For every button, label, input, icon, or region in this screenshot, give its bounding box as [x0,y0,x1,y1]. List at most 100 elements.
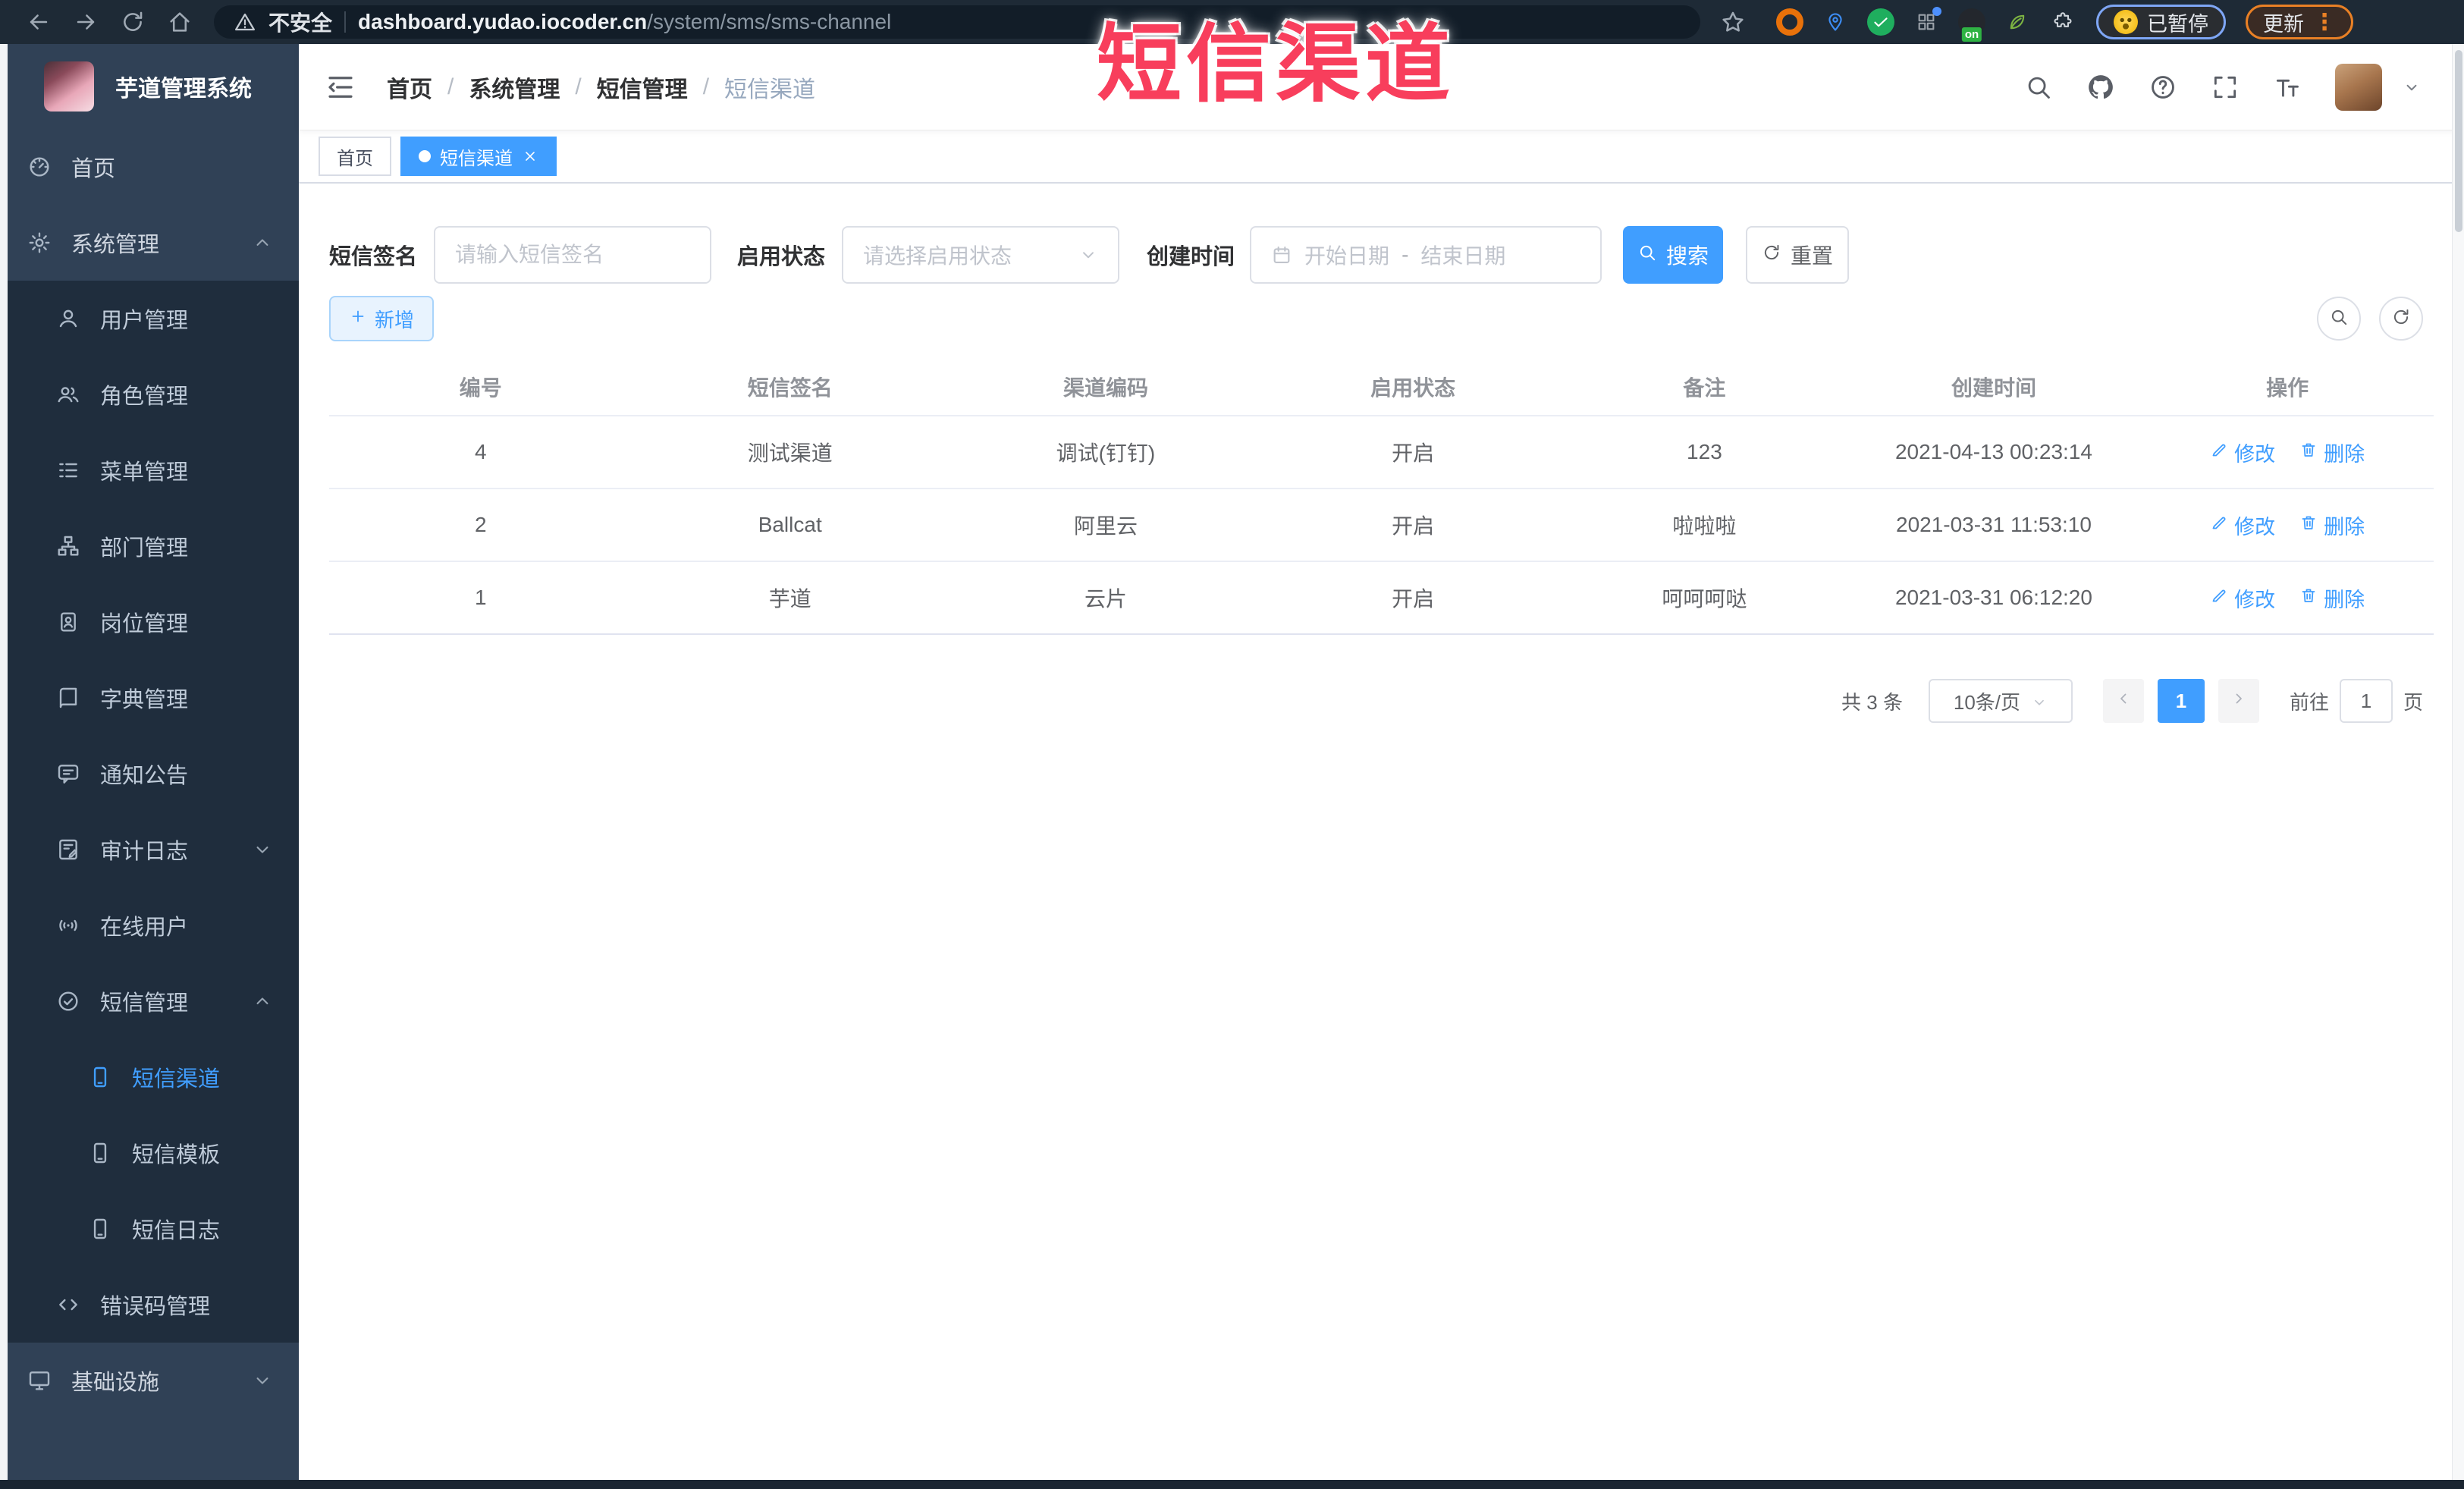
bookmark-star-icon[interactable] [1720,9,1746,35]
github-icon[interactable] [2086,73,2115,102]
table-header: 启用状态 [1263,358,1563,416]
page-number-1[interactable]: 1 [2157,679,2205,723]
refresh-table-button[interactable] [2379,297,2423,341]
sidebar-item-error-code[interactable]: 错误码管理 [0,1267,299,1343]
cell-remark: 啦啦啦 [1562,488,1847,562]
delete-link[interactable]: 删除 [2299,510,2365,540]
orange-ring-extension-icon[interactable] [1776,8,1803,36]
chevron-left-icon [2114,690,2133,713]
trash-icon [2299,441,2318,464]
search-button[interactable]: 搜索 [1623,226,1724,284]
sidebar-item-post[interactable]: 岗位管理 [0,584,299,660]
fullscreen-icon[interactable] [2211,73,2240,102]
sidebar-item-system[interactable]: 系统管理 [0,205,299,281]
sidebar-item-online-user[interactable]: 在线用户 [0,887,299,963]
end-date-placeholder[interactable]: 结束日期 [1420,240,1505,270]
tag-item[interactable]: 首页 [319,137,391,176]
chevron-right-icon [2230,690,2248,713]
recorder-extension-icon[interactable]: on [1958,8,1985,42]
forward-icon[interactable] [73,9,99,35]
extensions-row: on [1776,7,2076,42]
navbar-right [2024,63,2422,111]
browser-menu-icon[interactable]: ⋮ [2313,9,2336,36]
tag-active[interactable]: 短信渠道 [400,137,557,176]
sidebar-item-sms-template[interactable]: 短信模板 [0,1115,299,1191]
chrome-update-button[interactable]: 更新 ⋮ [2246,5,2353,39]
cell-remark: 呵呵呵哒 [1562,561,1847,635]
breadcrumb-item[interactable]: 系统管理 [469,71,560,104]
chevron-down-icon[interactable] [2402,77,2422,97]
home-icon[interactable] [167,9,193,35]
hamburger-icon[interactable] [325,71,356,103]
sidebar-item-sms-channel[interactable]: 短信渠道 [0,1039,299,1115]
date-range-picker[interactable]: 开始日期 - 结束日期 [1250,226,1602,284]
grid-extension-icon[interactable] [1913,7,1941,36]
sidebar-item-user[interactable]: 用户管理 [0,281,299,357]
close-icon[interactable] [522,148,538,165]
toolbar-right [2317,297,2434,341]
page-size-select[interactable]: 10条/页 [1928,679,2073,723]
sidebar-item-label: 短信管理 [100,991,189,1016]
phone-icon [88,1217,112,1241]
green-check-extension-icon[interactable] [1867,8,1894,36]
breadcrumb-separator: / [447,74,454,99]
edit-link[interactable]: 修改 [2210,438,2275,467]
docs-help-icon[interactable] [2149,73,2177,102]
delete-link[interactable]: 删除 [2299,583,2365,613]
sidebar-item-role[interactable]: 角色管理 [0,357,299,432]
leaf-extension-icon[interactable] [2004,8,2031,36]
sidebar-item-audit-log[interactable]: 审计日志 [0,812,299,887]
location-pin-extension-icon[interactable] [1822,8,1849,36]
sidebar-item-notice[interactable]: 通知公告 [0,736,299,812]
sidebar-item-label: 短信渠道 [132,1067,221,1092]
next-page-button[interactable] [2218,679,2259,723]
start-date-placeholder[interactable]: 开始日期 [1304,240,1389,270]
edit-link[interactable]: 修改 [2210,510,2275,540]
sidebar-item-dict[interactable]: 字典管理 [0,660,299,736]
reset-button[interactable]: 重置 [1746,226,1850,284]
edit-icon [2210,514,2228,537]
avatar[interactable] [2335,63,2382,111]
table-header: 创建时间 [1846,358,2142,416]
security-label[interactable]: 不安全 [268,7,332,37]
url-path: /system/sms/sms-channel [647,10,892,33]
delete-link[interactable]: 删除 [2299,438,2365,467]
range-separator: - [1401,243,1409,266]
page: 芋道管理系统 首页 系统管理 用户管理 角色管理 菜单管理 部门管理 岗位管理 字典管理 通知公… [0,44,2464,1480]
profile-paused-pill[interactable]: 已暂停 [2096,5,2226,39]
sign-input[interactable] [455,243,691,267]
update-label: 更新 [2263,12,2304,36]
cell-code: 云片 [947,561,1264,635]
toggle-search-button[interactable] [2317,297,2361,341]
goto-page-input[interactable]: 1 [2339,679,2393,723]
sidebar-item-home[interactable]: 首页 [0,129,299,205]
table-header: 编号 [329,358,632,416]
address-bar[interactable]: 不安全 dashboard.yudao.iocoder.cn/system/sm… [214,5,1700,39]
tags-view: 首页 短信渠道 [299,130,2464,184]
add-button[interactable]: 新增 [329,296,435,341]
prev-page-button[interactable] [2102,679,2144,723]
status-select[interactable]: 请选择启用状态 [842,226,1120,284]
cell-id: 2 [329,488,632,562]
cell-id: 4 [329,416,632,489]
reload-icon[interactable] [120,9,146,35]
sidebar-item-label: 用户管理 [100,309,189,333]
search-icon[interactable] [2024,73,2053,102]
app-logo[interactable]: 芋道管理系统 [0,44,299,129]
sidebar-item-sms-log[interactable]: 短信日志 [0,1191,299,1267]
scrollbar-thumb[interactable] [2455,50,2462,232]
sidebar-item-infra[interactable]: 基础设施 [0,1343,299,1418]
table-header: 短信签名 [632,358,948,416]
edit-link[interactable]: 修改 [2210,583,2275,613]
sidebar-item-sms[interactable]: 短信管理 [0,963,299,1039]
sidebar-item-dept[interactable]: 部门管理 [0,508,299,584]
puzzle-extensions-icon-icon[interactable] [2049,8,2076,36]
breadcrumb-item[interactable]: 短信管理 [597,71,688,104]
breadcrumb-item[interactable]: 首页 [387,71,432,104]
table-row: 2 Ballcat 阿里云 开启 啦啦啦 2021-03-31 11:53:10 修改 删除 [329,488,2434,562]
back-icon[interactable] [26,9,52,35]
refresh-icon [2391,307,2411,331]
page-scrollbar[interactable] [2452,44,2464,1480]
font-size-icon[interactable] [2273,73,2302,102]
sidebar-item-menu[interactable]: 菜单管理 [0,432,299,508]
